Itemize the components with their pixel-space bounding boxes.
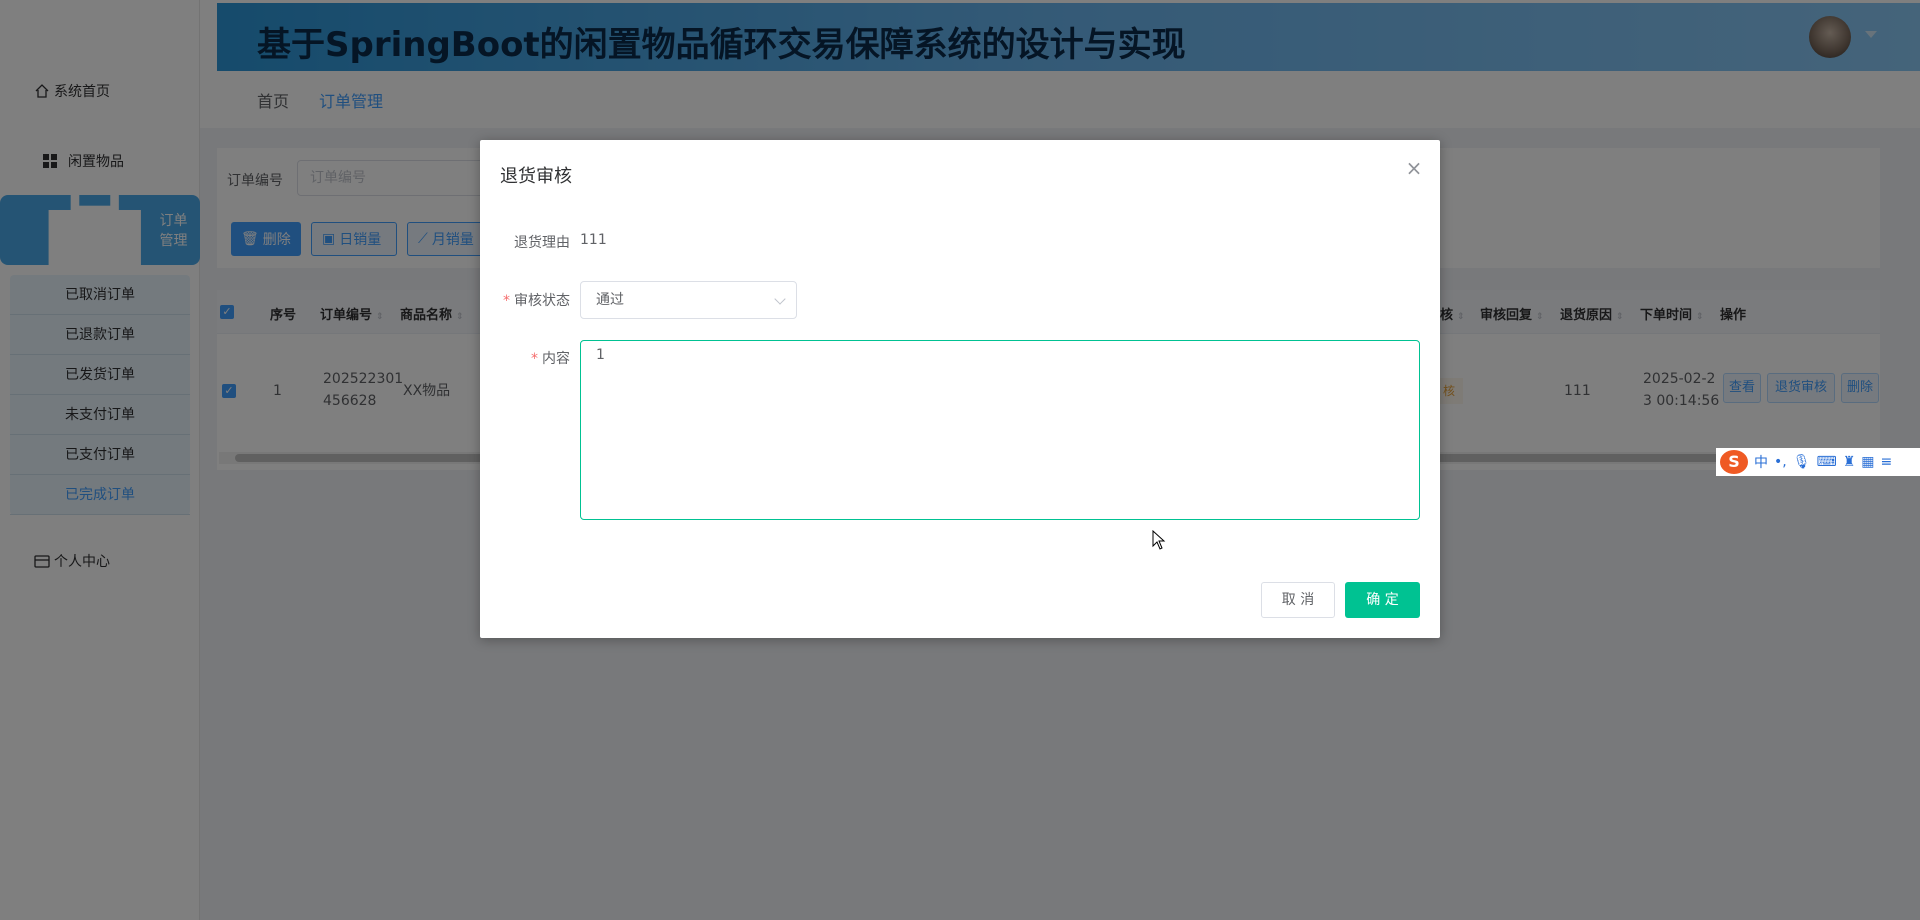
audit-status-select[interactable]: 通过 — [580, 281, 797, 319]
cancel-button[interactable]: 取 消 — [1261, 582, 1335, 618]
ime-mode-toggle[interactable]: 中 — [1754, 452, 1768, 472]
content-label-text: 内容 — [542, 351, 570, 367]
return-reason-value: 111 — [580, 232, 607, 248]
return-audit-dialog: 退货审核 × 退货理由 111 * 审核状态 通过 * 内容 1 取 消 确 定 — [480, 140, 1440, 638]
ime-punctuation-toggle[interactable]: •, — [1774, 454, 1787, 470]
audit-status-label-text: 审核状态 — [514, 293, 570, 309]
close-icon[interactable]: × — [1404, 158, 1424, 178]
skin-icon[interactable]: ♜ — [1843, 454, 1856, 470]
content-label: * 内容 — [531, 351, 570, 367]
audit-status-label: * 审核状态 — [503, 293, 570, 309]
microphone-icon[interactable]: 🎙 — [1793, 454, 1811, 470]
confirm-button[interactable]: 确 定 — [1345, 582, 1420, 618]
audit-status-value: 通过 — [596, 292, 624, 308]
return-reason-label: 退货理由 — [514, 235, 570, 251]
chevron-down-icon — [774, 293, 786, 305]
keyboard-icon[interactable]: ⌨ — [1817, 454, 1837, 470]
dialog-title: 退货审核 — [500, 166, 572, 187]
toolbox-icon[interactable]: ▦ — [1861, 454, 1874, 470]
ime-toolbar: S 中 •, 🎙 ⌨ ♜ ▦ ≡ — [1716, 448, 1920, 476]
content-textarea[interactable]: 1 — [580, 340, 1420, 520]
ime-menu-icon[interactable]: ≡ — [1881, 454, 1893, 470]
mouse-cursor-icon — [1152, 530, 1166, 550]
sogou-logo-icon[interactable]: S — [1720, 450, 1748, 474]
